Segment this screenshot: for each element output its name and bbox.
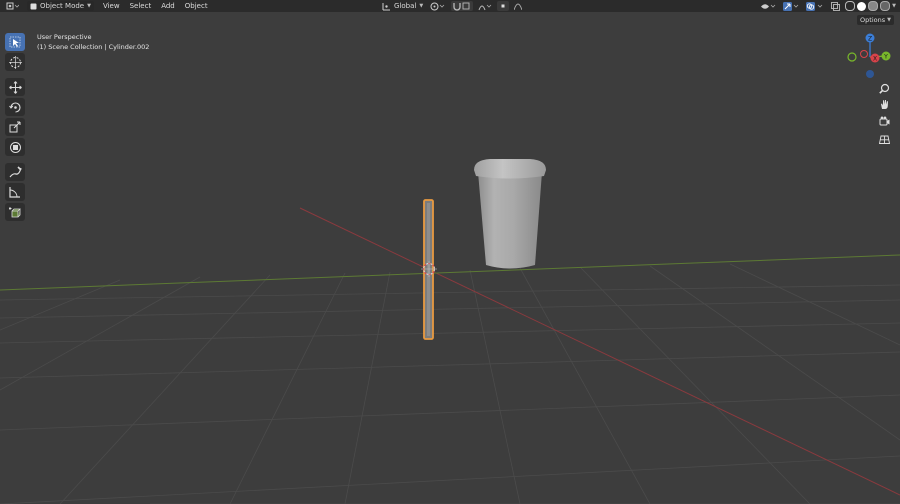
tool-transform[interactable] xyxy=(5,138,25,156)
tool-add-cube[interactable] xyxy=(5,203,25,221)
eye-cursor-icon xyxy=(761,3,776,9)
pivot-icon xyxy=(430,2,445,10)
move-icon xyxy=(8,80,22,94)
zoom-icon xyxy=(878,83,889,94)
gizmo-toggle-button[interactable] xyxy=(782,1,800,11)
proportional-icon xyxy=(478,4,492,10)
orientation-label: Global xyxy=(394,2,417,10)
shading-rendered-button[interactable] xyxy=(880,1,891,11)
chevron-down-icon: ▼ xyxy=(419,3,424,9)
pan-button[interactable] xyxy=(876,96,892,112)
tool-scale[interactable] xyxy=(5,118,25,136)
camera-view-button[interactable] xyxy=(876,113,892,129)
zoom-button[interactable] xyxy=(876,80,892,96)
tool-move[interactable] xyxy=(5,78,25,96)
camera-icon xyxy=(879,116,889,125)
editor-type-button[interactable] xyxy=(5,1,19,11)
dot-icon xyxy=(501,4,505,8)
view-perspective-label: User Perspective xyxy=(37,33,92,41)
tool-cursor[interactable] xyxy=(5,53,25,71)
measure-icon xyxy=(9,187,20,198)
object-mode-icon xyxy=(30,3,37,9)
selected-cylinder[interactable] xyxy=(423,199,434,340)
options-dropdown[interactable]: Options ▼ xyxy=(857,15,894,25)
tool-select-box[interactable] xyxy=(5,33,25,51)
floor-grid xyxy=(0,263,900,504)
perspective-toggle-button[interactable] xyxy=(876,131,892,147)
magnet-icon xyxy=(453,2,470,11)
cup-object[interactable] xyxy=(474,159,546,269)
tool-shelf xyxy=(5,33,27,223)
falloff-icon xyxy=(514,3,523,10)
shading-solid-button[interactable] xyxy=(857,1,867,11)
3d-viewport[interactable] xyxy=(0,12,900,504)
scale-icon xyxy=(9,121,21,133)
overlays-icon xyxy=(806,1,823,11)
rotate-icon xyxy=(8,101,21,113)
shading-material-button[interactable] xyxy=(868,1,879,11)
overlays-button[interactable] xyxy=(805,1,825,11)
gizmo-icon xyxy=(783,1,799,11)
scene-collection-label: (1) Scene Collection | Cylinder.002 xyxy=(37,43,150,51)
tool-annotate[interactable] xyxy=(5,163,25,181)
neg-y-axis-handle[interactable] xyxy=(847,52,857,62)
tool-rotate[interactable] xyxy=(5,98,25,116)
pivot-point-button[interactable] xyxy=(429,1,447,11)
visibility-button[interactable] xyxy=(759,1,777,11)
chevron-down-icon: ▼ xyxy=(87,3,91,9)
shading-wireframe-button[interactable] xyxy=(845,1,856,11)
hand-icon xyxy=(880,99,888,109)
grid-icon xyxy=(878,135,890,144)
navigation-gizmo[interactable]: Z Y X xyxy=(845,30,895,80)
chevron-down-icon[interactable]: ▼ xyxy=(892,3,896,9)
mode-label: Object Mode xyxy=(40,2,85,10)
x-axis-label: X xyxy=(873,55,877,62)
viewport-header: Object Mode ▼ View Select Add Object Glo… xyxy=(0,0,900,12)
y-axis-label: Y xyxy=(883,53,888,60)
orientation-dropdown[interactable]: Global ▼ xyxy=(380,1,425,11)
overlay-point-button[interactable] xyxy=(497,1,510,11)
transform-icon xyxy=(9,141,21,153)
falloff-button[interactable] xyxy=(513,1,523,11)
editor-type-icon xyxy=(6,2,19,9)
annotate-icon xyxy=(9,165,22,177)
y-axis-line xyxy=(0,254,900,291)
xray-icon xyxy=(830,1,840,11)
tool-measure[interactable] xyxy=(5,183,25,201)
neg-z-axis-handle[interactable] xyxy=(866,70,874,78)
xray-button[interactable] xyxy=(830,1,840,11)
add-cube-icon xyxy=(8,206,21,217)
transform-orientation-icon xyxy=(382,2,390,10)
menu-add[interactable]: Add xyxy=(156,0,180,12)
chevron-down-icon: ▼ xyxy=(887,17,891,23)
menu-object[interactable]: Object xyxy=(180,0,213,12)
z-axis-label: Z xyxy=(868,35,872,42)
select-box-icon xyxy=(9,36,21,48)
mode-dropdown[interactable]: Object Mode ▼ xyxy=(27,1,94,11)
options-label: Options xyxy=(860,16,886,24)
proportional-edit-button[interactable] xyxy=(477,1,493,11)
cursor-icon xyxy=(8,55,22,69)
snap-button[interactable] xyxy=(451,1,474,11)
viewport-scene xyxy=(0,159,900,504)
x-axis-line xyxy=(299,207,900,496)
neg-x-axis-handle[interactable] xyxy=(860,50,868,58)
menu-view[interactable]: View xyxy=(98,0,125,12)
menu-select[interactable]: Select xyxy=(125,0,157,12)
